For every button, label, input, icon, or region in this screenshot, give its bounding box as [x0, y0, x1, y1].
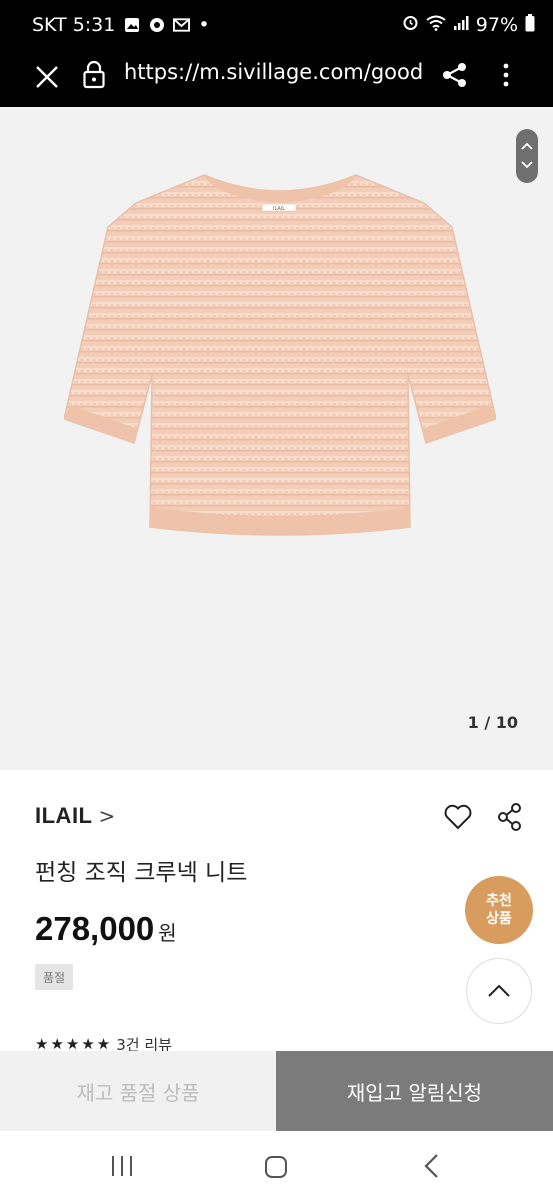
lock-icon[interactable] — [82, 60, 106, 90]
recommend-products-button[interactable]: 추천 상품 — [465, 876, 533, 944]
review-count: 3건 리뷰 — [116, 1036, 172, 1052]
status-left: SKT 5:31 • — [32, 14, 210, 36]
soldout-button[interactable]: 재고 품절 상품 — [0, 1051, 276, 1131]
chrome-notification-icon — [148, 17, 165, 34]
review-summary[interactable]: ★★★★★ 3건 리뷰 — [35, 1036, 172, 1052]
heart-icon[interactable] — [442, 801, 474, 833]
battery-percent: 97% — [475, 14, 518, 36]
share-icon[interactable] — [496, 801, 524, 833]
recommend-label-line1: 추천 — [486, 893, 512, 909]
wifi-icon — [426, 14, 446, 36]
restock-alert-button[interactable]: 재입고 알림신청 — [276, 1051, 553, 1131]
product-name: 펀칭 조직 크루넥 니트 — [35, 860, 248, 886]
back-icon[interactable] — [422, 1153, 442, 1179]
brand-link[interactable]: ILAIL > — [35, 803, 115, 829]
price-value: 278,000 — [35, 910, 155, 947]
price: 278,000 원 — [35, 910, 177, 948]
chevron-right-icon: > — [98, 804, 116, 828]
recommend-label-line2: 상품 — [486, 911, 512, 927]
carrier-time: SKT 5:31 — [32, 14, 116, 36]
signal-icon — [453, 14, 469, 36]
system-nav-bar — [0, 1131, 553, 1200]
status-right: 97% — [402, 13, 535, 37]
garment-tag-text: ILAIL — [273, 206, 285, 212]
browser-url-bar: https://m.sivillage.com/good — [0, 50, 553, 107]
product-image-gallery[interactable]: ILAIL 1 / 10 — [0, 107, 553, 770]
home-icon[interactable] — [264, 1155, 288, 1179]
more-vertical-icon[interactable] — [494, 60, 518, 90]
image-scroll-handle[interactable] — [516, 129, 538, 183]
recents-icon[interactable] — [110, 1155, 134, 1177]
alarm-icon — [402, 14, 419, 36]
gallery-notification-icon — [123, 17, 140, 34]
soldout-badge: 품절 — [35, 964, 73, 990]
action-bar: 재고 품절 상품 재입고 알림신청 — [0, 1051, 553, 1131]
gmail-notification-icon — [173, 17, 191, 34]
notification-dot: • — [198, 14, 210, 36]
brand-name: ILAIL — [35, 803, 93, 828]
url-text[interactable]: https://m.sivillage.com/good — [124, 60, 422, 84]
image-counter: 1 / 10 — [467, 713, 518, 732]
close-icon[interactable] — [32, 62, 62, 92]
share-icon[interactable] — [440, 60, 470, 90]
status-bar: SKT 5:31 • 97% — [0, 0, 553, 50]
scroll-top-button[interactable] — [466, 958, 532, 1024]
price-unit: 원 — [158, 921, 177, 945]
chevron-up-icon — [488, 984, 510, 997]
star-rating: ★★★★★ — [35, 1036, 113, 1052]
product-image: ILAIL — [64, 174, 496, 536]
battery-icon — [525, 13, 535, 37]
